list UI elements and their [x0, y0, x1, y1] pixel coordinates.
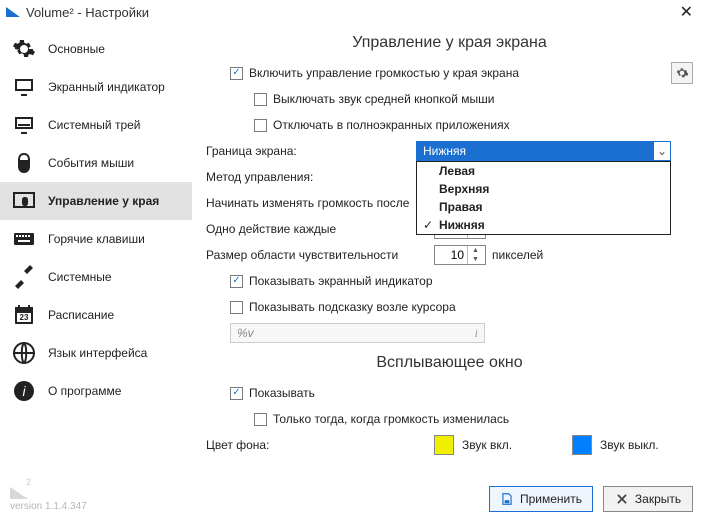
close-button[interactable]: Закрыть	[603, 486, 693, 512]
mouse-edge-icon	[10, 187, 38, 215]
checkbox-show-osd[interactable]: Показывать экранный индикатор	[230, 274, 433, 288]
checkbox-show-hint[interactable]: Показывать подсказку возле курсора	[230, 300, 456, 314]
globe-icon	[10, 339, 38, 367]
spin-down-icon[interactable]: ▼	[468, 255, 483, 264]
tools-icon	[10, 263, 38, 291]
edge-settings-button[interactable]	[671, 62, 693, 84]
sidebar-item-tray[interactable]: Системный трей	[0, 106, 192, 144]
sidebar-item-edge[interactable]: Управление у края	[0, 182, 192, 220]
color-sound-off[interactable]	[572, 435, 592, 455]
monitor-icon	[10, 73, 38, 101]
chevron-down-icon: ⌄	[654, 144, 670, 158]
sidebar-item-label: Системный трей	[48, 118, 141, 132]
sidebar-item-label: Основные	[48, 42, 105, 56]
version-label: 2 version 1.1.4.347	[0, 481, 192, 522]
checkbox-disable-fullscreen[interactable]: Отключать в полноэкранных приложениях	[254, 118, 510, 132]
sidebar-item-label: Системные	[48, 270, 112, 284]
sidebar-item-label: Экранный индикатор	[48, 80, 165, 94]
checkbox-enable-edge[interactable]: Включить управление громкостью у края эк…	[206, 66, 519, 80]
border-option-left[interactable]: Левая	[417, 162, 670, 180]
border-option-bottom[interactable]: Нижняя	[417, 216, 670, 234]
sidebar-item-label: О программе	[48, 384, 121, 398]
label-method: Метод управления:	[206, 170, 416, 184]
label-border: Граница экрана:	[206, 144, 416, 158]
sidebar-item-system[interactable]: Системные	[0, 258, 192, 296]
sidebar-item-label: Горячие клавиши	[48, 232, 145, 246]
info-icon: i	[10, 377, 38, 405]
svg-text:23: 23	[20, 313, 29, 322]
hint-format-field: %vi	[230, 323, 485, 343]
section-title-popup: Всплывающее окно	[206, 354, 693, 372]
border-option-top[interactable]: Верхняя	[417, 180, 670, 198]
border-select[interactable]: Нижняя ⌄	[416, 141, 671, 161]
sidebar-item-schedule[interactable]: 23 Расписание	[0, 296, 192, 334]
main-panel: Управление у края экрана Включить управл…	[192, 24, 707, 522]
color-sound-on[interactable]	[434, 435, 454, 455]
label-sensitivity: Размер области чувствительности	[206, 248, 416, 262]
border-dropdown: Левая Верхняя Правая Нижняя	[416, 161, 671, 235]
sidebar-item-main[interactable]: Основные	[0, 30, 192, 68]
label-bgcolor: Цвет фона:	[206, 438, 416, 452]
label-one-action: Одно действие каждые	[206, 222, 416, 236]
section-title-edge: Управление у края экрана	[206, 34, 693, 52]
sensitivity-stepper[interactable]: ▲▼	[434, 245, 486, 265]
window-title: Volume² - Настройки	[26, 5, 672, 20]
sidebar-item-label: События мыши	[48, 156, 134, 170]
apply-button[interactable]: Применить	[489, 486, 593, 512]
spin-up-icon[interactable]: ▲	[468, 246, 483, 255]
sidebar: Основные Экранный индикатор Системный тр…	[0, 24, 192, 522]
sidebar-item-label: Управление у края	[48, 194, 159, 208]
sidebar-item-about[interactable]: i О программе	[0, 372, 192, 410]
checkbox-popup-show[interactable]: Показывать	[230, 386, 315, 400]
sidebar-item-osd[interactable]: Экранный индикатор	[0, 68, 192, 106]
sidebar-item-label: Язык интерфейса	[48, 346, 147, 360]
sidebar-item-language[interactable]: Язык интерфейса	[0, 334, 192, 372]
sidebar-item-label: Расписание	[48, 308, 114, 322]
tray-icon	[10, 111, 38, 139]
sidebar-item-mouse[interactable]: События мыши	[0, 144, 192, 182]
mouse-icon	[10, 149, 38, 177]
border-option-right[interactable]: Правая	[417, 198, 670, 216]
close-window-button[interactable]: ✕	[672, 2, 701, 22]
calendar-icon: 23	[10, 301, 38, 329]
label-start-after: Начинать изменять громкость после	[206, 196, 409, 210]
app-logo-icon	[6, 7, 20, 17]
gear-icon	[10, 35, 38, 63]
keyboard-icon	[10, 225, 38, 253]
checkbox-popup-only-changed[interactable]: Только тогда, когда громкость изменилась	[254, 412, 509, 426]
checkbox-mute-middle[interactable]: Выключать звук средней кнопкой мыши	[254, 92, 494, 106]
info-icon[interactable]: i	[475, 326, 478, 341]
sidebar-item-hotkeys[interactable]: Горячие клавиши	[0, 220, 192, 258]
